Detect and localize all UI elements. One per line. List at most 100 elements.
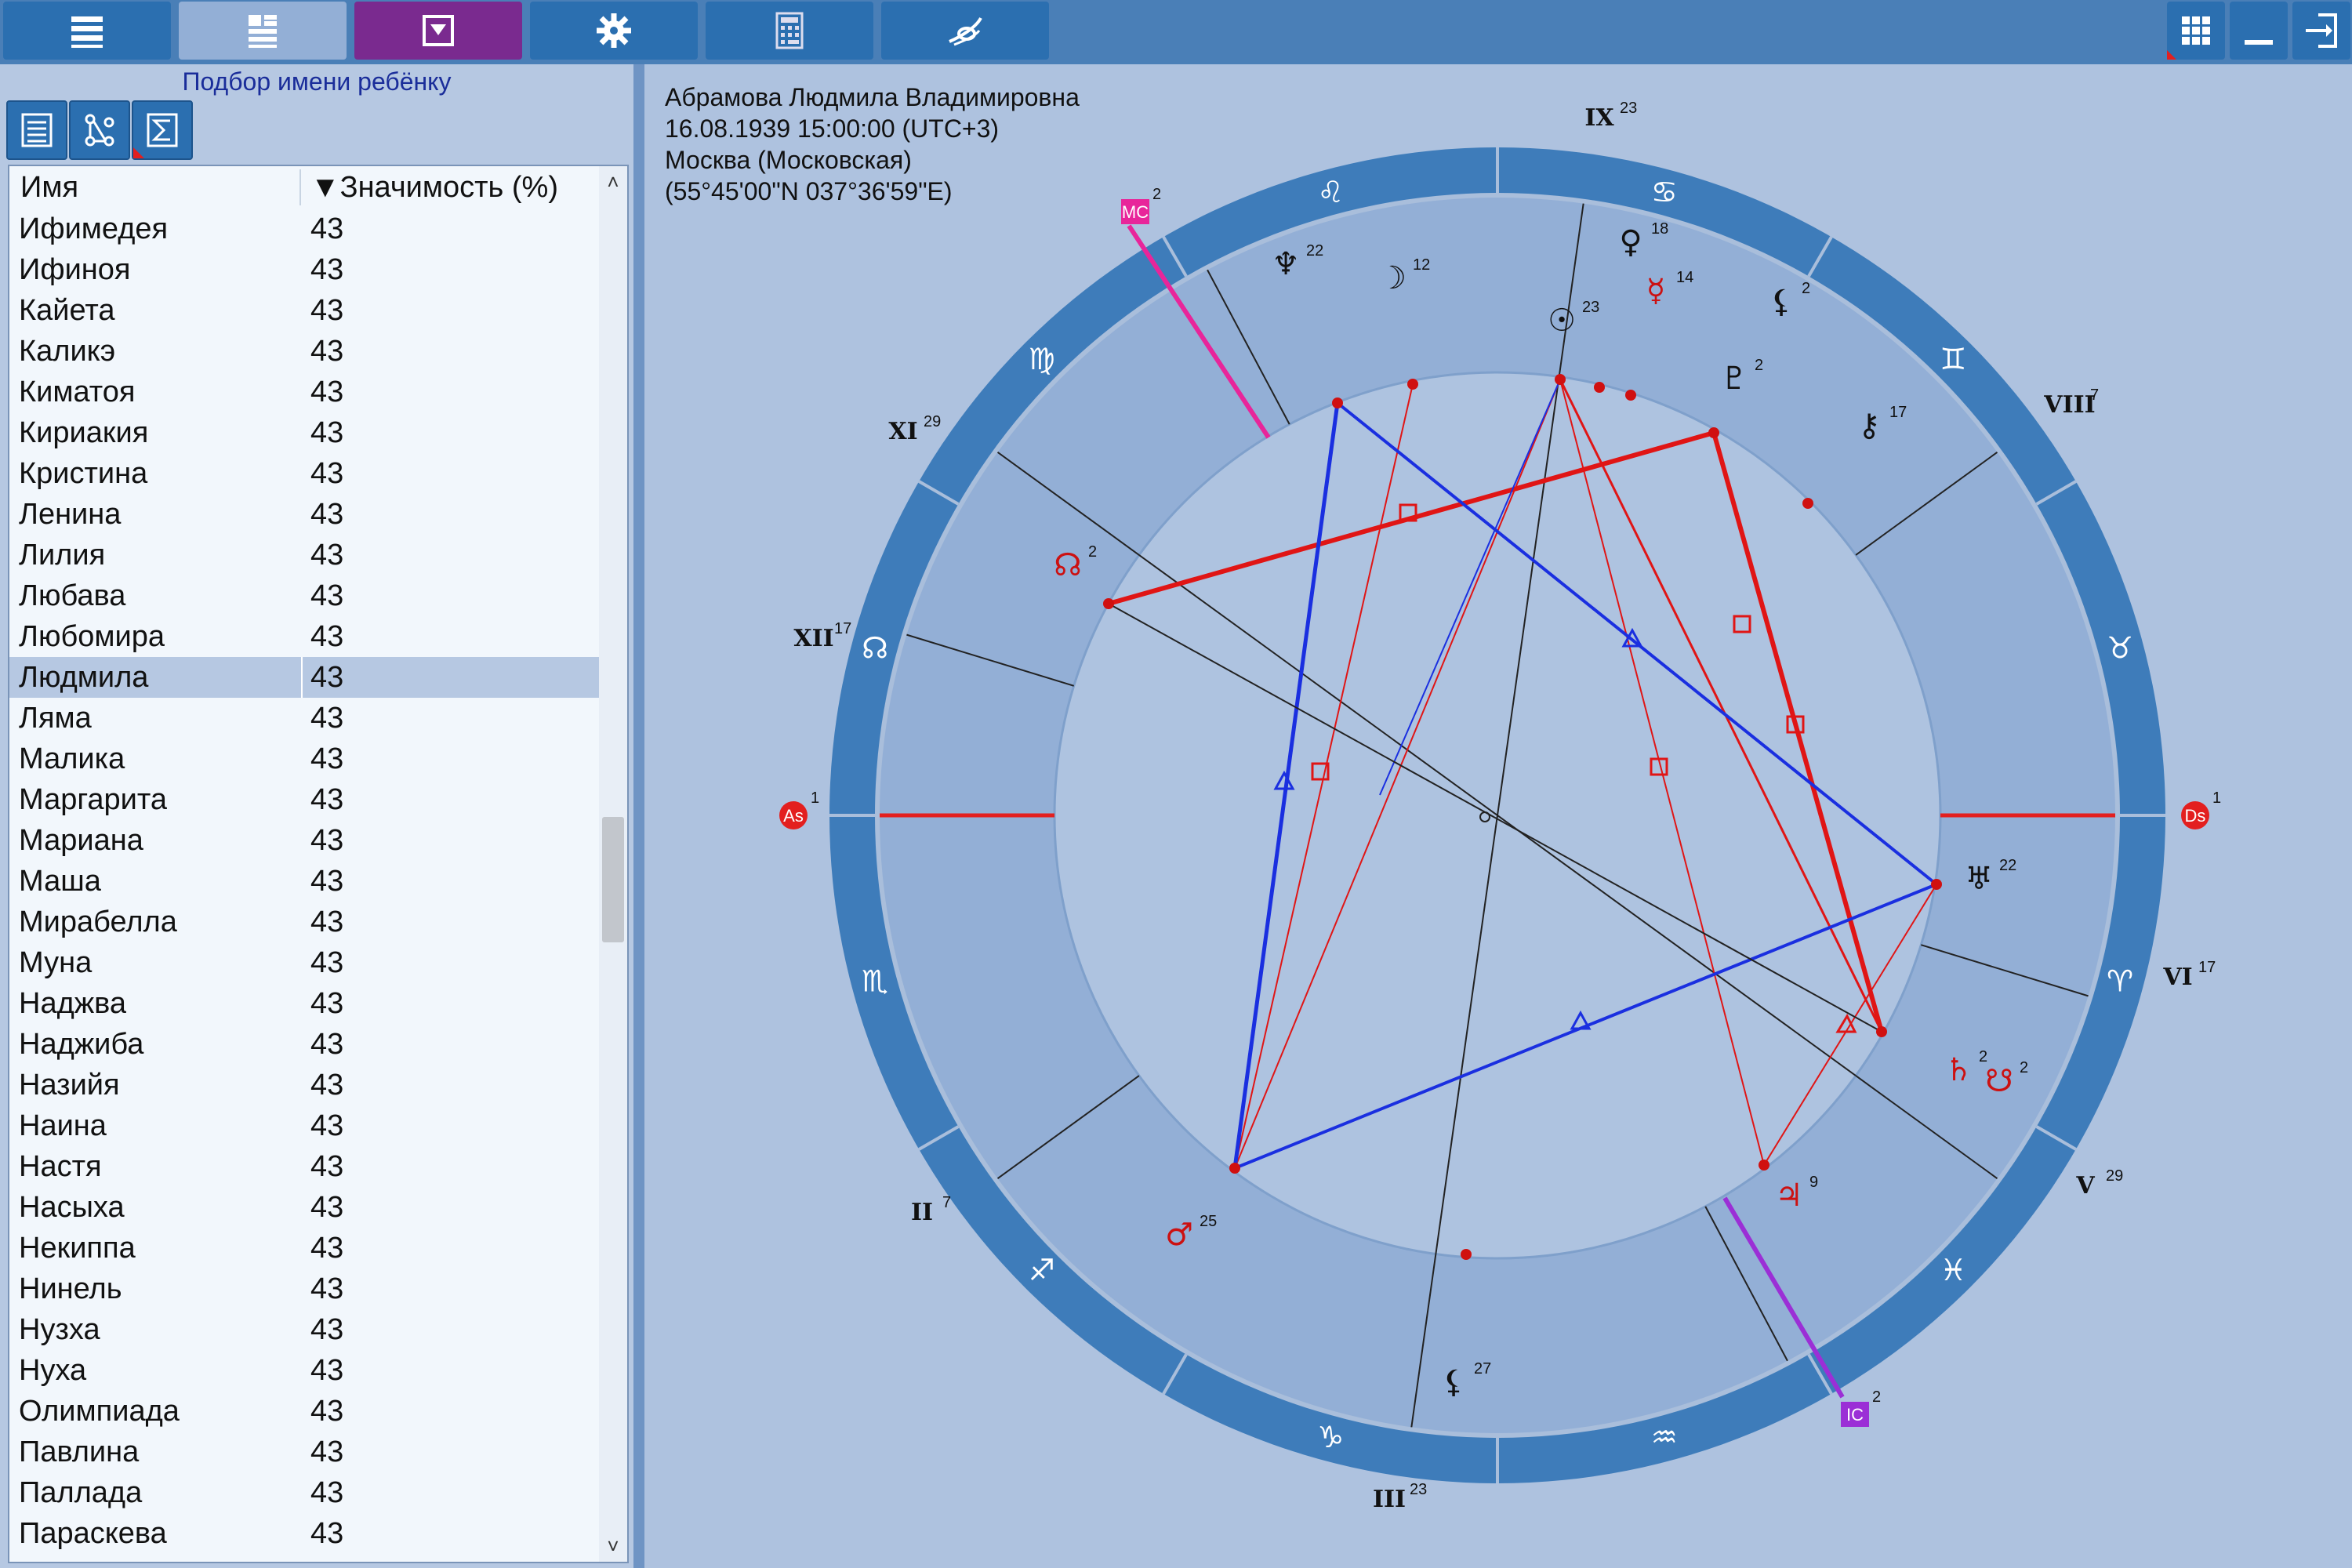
row-name: Олимпиада xyxy=(19,1395,180,1428)
row-name: Кристина xyxy=(19,457,148,490)
list-icon xyxy=(21,113,53,147)
table-row[interactable]: Наджва 43 xyxy=(9,983,599,1024)
planet-degree: 17 xyxy=(1889,404,1907,421)
filter-button[interactable] xyxy=(354,2,522,60)
table-row[interactable]: Ифиноя 43 xyxy=(9,249,599,290)
scroll-up-arrow-icon[interactable]: ˄ xyxy=(599,166,627,198)
table-row[interactable]: Кайета 43 xyxy=(9,290,599,331)
row-name: Нуха xyxy=(19,1354,87,1387)
layout-button[interactable] xyxy=(179,2,347,60)
table-row[interactable]: Паллада 43 xyxy=(9,1472,599,1513)
settings-button[interactable] xyxy=(530,2,698,60)
row-significance: 43 xyxy=(310,539,344,572)
zodiac-aries-icon: ♈ xyxy=(2107,964,2133,999)
table-row[interactable]: Кириакия 43 xyxy=(9,412,599,453)
row-significance: 43 xyxy=(310,1517,344,1550)
table-row[interactable]: Насыха 43 xyxy=(9,1187,599,1228)
table-row[interactable]: Мариана 43 xyxy=(9,820,599,861)
table-row[interactable]: Павлина 43 xyxy=(9,1432,599,1472)
column-header-significance[interactable]: ▼Значимость (%) xyxy=(310,168,558,207)
table-row[interactable]: Наина 43 xyxy=(9,1105,599,1146)
diagram-view-button[interactable] xyxy=(69,100,130,160)
row-significance: 43 xyxy=(310,906,344,938)
exit-button[interactable] xyxy=(2292,2,2350,60)
zodiac-scorpio-icon: ♏ xyxy=(862,964,888,999)
table-row[interactable]: Ифимедея 43 xyxy=(9,209,599,249)
row-significance: 43 xyxy=(310,702,344,735)
zodiac-node-icon: ☊ xyxy=(862,630,888,665)
table-row[interactable]: Маргарита 43 xyxy=(9,779,599,820)
sum-view-button[interactable] xyxy=(132,100,193,160)
vertical-scrollbar[interactable]: ˄ ˅ xyxy=(599,166,627,1562)
planet-degree: 2 xyxy=(2020,1059,2028,1076)
row-significance: 43 xyxy=(310,1436,344,1468)
column-header-name[interactable]: Имя xyxy=(20,168,78,207)
table-row[interactable]: Лилия 43 xyxy=(9,535,599,575)
aspect-point xyxy=(1555,374,1566,385)
house-label: XI 29 xyxy=(888,413,941,445)
table-row[interactable]: Параскева 43 xyxy=(9,1513,599,1554)
logo-button[interactable] xyxy=(881,2,1049,60)
row-name: Нузха xyxy=(19,1313,100,1346)
table-row[interactable]: Настя 43 xyxy=(9,1146,599,1187)
table-row[interactable]: Кристина 43 xyxy=(9,453,599,494)
house-number: IX xyxy=(1584,104,1614,132)
table-row[interactable]: Киматоя 43 xyxy=(9,372,599,412)
row-name: Наджва xyxy=(19,987,127,1020)
table-row[interactable]: Нузха 43 xyxy=(9,1309,599,1350)
planet-degree: 27 xyxy=(1474,1360,1491,1377)
table-row[interactable]: Любава 43 xyxy=(9,575,599,616)
calculator-button[interactable] xyxy=(706,2,873,60)
table-row[interactable]: Некиппа 43 xyxy=(9,1228,599,1269)
row-significance: 43 xyxy=(310,335,344,368)
zodiac-capricorn-icon: ♑ xyxy=(1317,1420,1344,1454)
house-label: IX 23 xyxy=(1584,100,1637,132)
row-significance: 43 xyxy=(310,987,344,1020)
planet-glyph-icon: ☉ xyxy=(1548,303,1576,339)
planet-glyph-icon: ♅ xyxy=(1965,861,1993,897)
planet-degree: 23 xyxy=(1582,299,1599,316)
row-significance: 43 xyxy=(310,294,344,327)
table-row[interactable]: Людмила 43 xyxy=(9,657,599,698)
house-number: II xyxy=(911,1199,933,1226)
table-row[interactable]: Нуха 43 xyxy=(9,1350,599,1391)
scroll-thumb[interactable] xyxy=(602,817,624,942)
menu-button[interactable] xyxy=(3,2,171,60)
angle-as-marker: As 1 xyxy=(779,789,819,829)
panel-splitter[interactable] xyxy=(633,64,644,1568)
list-view-button[interactable] xyxy=(6,100,67,160)
table-row[interactable]: Назийя 43 xyxy=(9,1065,599,1105)
table-row[interactable]: Каликэ 43 xyxy=(9,331,599,372)
row-name: Некиппа xyxy=(19,1232,136,1265)
angle-ds-marker: Ds 1 xyxy=(2181,789,2221,829)
planet-degree: 25 xyxy=(1200,1213,1217,1230)
table-row[interactable]: Ляма 43 xyxy=(9,698,599,739)
grid-button[interactable] xyxy=(2167,2,2225,60)
aspect-point xyxy=(1876,1026,1887,1037)
house-degree: 29 xyxy=(924,413,941,430)
table-row[interactable]: Любомира 43 xyxy=(9,616,599,657)
aspect-point xyxy=(1594,382,1605,393)
table-row[interactable]: Наджиба 43 xyxy=(9,1024,599,1065)
exit-icon xyxy=(2306,13,2337,48)
table-row[interactable]: Муна 43 xyxy=(9,942,599,983)
planet-glyph-icon: ♂ xyxy=(1165,1217,1193,1253)
table-row[interactable]: Мирабелла 43 xyxy=(9,902,599,942)
table-row[interactable]: Нинель 43 xyxy=(9,1269,599,1309)
scroll-down-arrow-icon[interactable]: ˅ xyxy=(599,1530,627,1562)
minimize-button[interactable] xyxy=(2230,2,2288,60)
row-significance: 43 xyxy=(310,824,344,857)
house-degree: 17 xyxy=(2198,959,2216,976)
row-significance: 43 xyxy=(310,498,344,531)
angle-mc-marker: MC2 xyxy=(1121,186,1161,224)
row-name: Людмила xyxy=(19,661,149,694)
calculator-icon xyxy=(775,12,804,49)
table-row[interactable]: Маша 43 xyxy=(9,861,599,902)
table-row[interactable]: Малика 43 xyxy=(9,739,599,779)
table-row[interactable]: Ленина 43 xyxy=(9,494,599,535)
aspect-point xyxy=(1931,879,1942,890)
row-name: Кириакия xyxy=(19,416,149,449)
table-row[interactable]: Олимпиада 43 xyxy=(9,1391,599,1432)
planet-degree: 22 xyxy=(1306,242,1323,260)
planet-glyph-icon: ⚸ xyxy=(1769,284,1792,320)
